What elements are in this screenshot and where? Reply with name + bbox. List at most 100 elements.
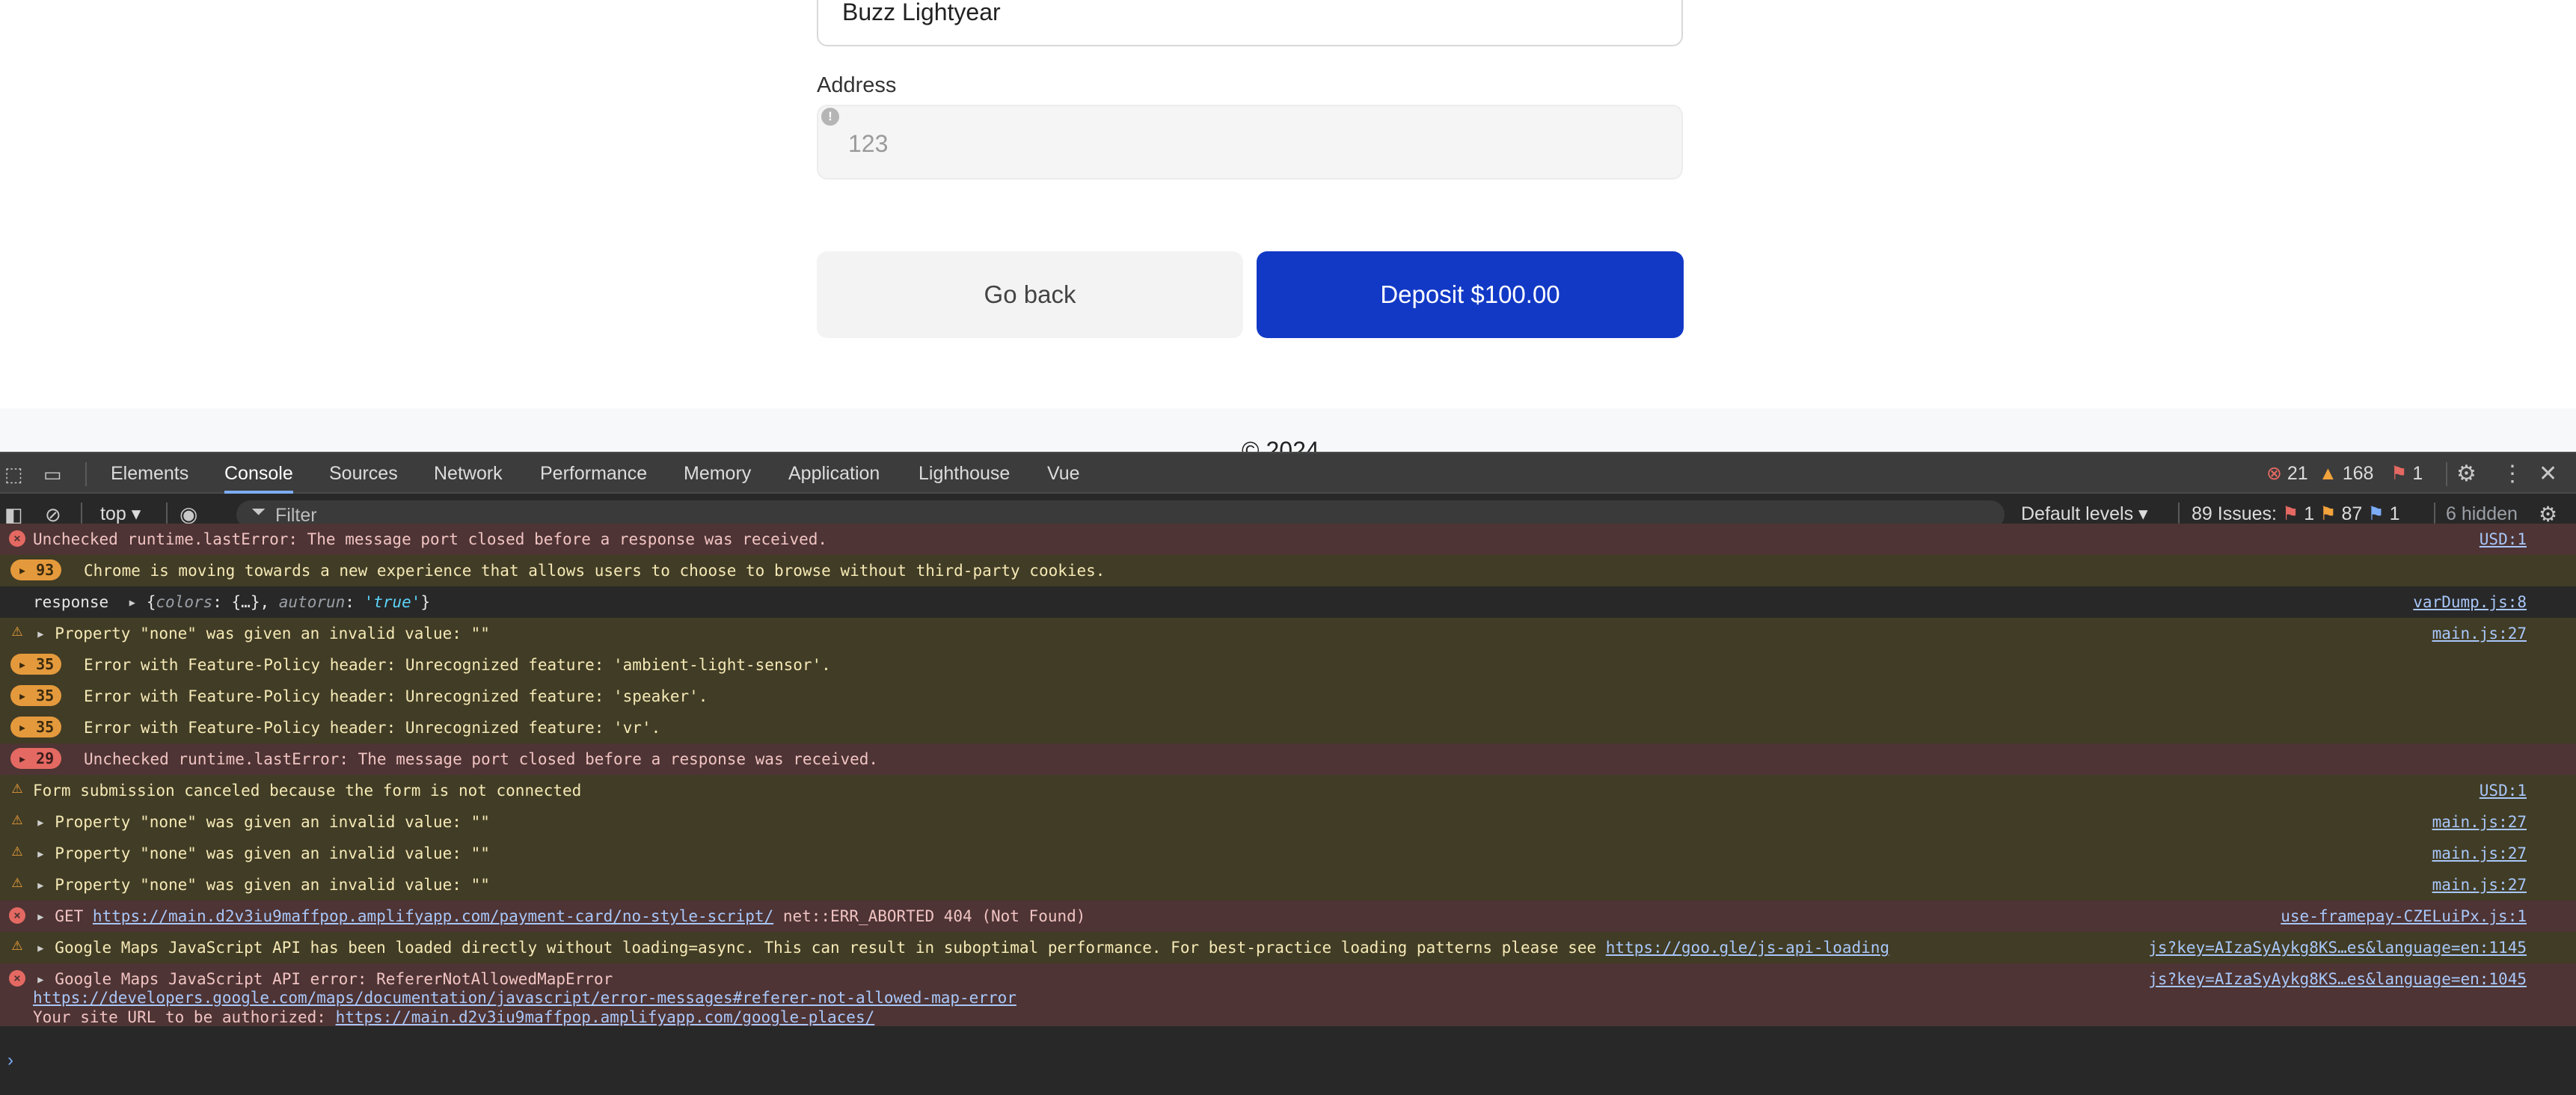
console-message-warning[interactable]: ▸ 93 Chrome is moving towards a new exper…	[0, 555, 2576, 586]
console-message-text: Chrome is moving towards a new experienc…	[84, 562, 1105, 580]
warning-icon: ▲	[2319, 463, 2337, 484]
tab-elements[interactable]: Elements	[111, 453, 188, 494]
address-label: Address	[817, 73, 897, 97]
console-message-warning[interactable]: ⚠ ▸ Property "none" was given an invalid …	[0, 869, 2576, 901]
settings-icon[interactable]: ⚙	[2456, 453, 2477, 495]
source-link[interactable]: main.js:27	[2432, 625, 2527, 642]
error-icon: ×	[9, 530, 25, 547]
message-text: Property "none" was given an invalid val…	[55, 625, 490, 642]
console-message-info[interactable]: response ▸ {colors: {…}, autorun: 'true'…	[0, 586, 2576, 618]
console-message-warning[interactable]: ⚠ ▸ Property "none" was given an invalid …	[0, 838, 2576, 869]
source-link[interactable]: main.js:27	[2432, 813, 2527, 831]
warning-count[interactable]: ▲ 168	[2319, 453, 2373, 494]
console-message-text: ▸ Google Maps JavaScript API error: Refe…	[36, 970, 613, 988]
object-key: autorun	[278, 593, 346, 611]
repeat-count-badge: ▸ 35	[10, 654, 62, 675]
message-suffix: net::ERR_ABORTED 404 (Not Found)	[773, 907, 1086, 925]
source-link[interactable]: USD:1	[2480, 782, 2527, 800]
issue-icon: ⚑	[2391, 463, 2408, 484]
error-icon: ×	[9, 907, 25, 924]
console-message-warning[interactable]: ⚠ ▸ Property "none" was given an invalid …	[0, 618, 2576, 649]
console-message-text: response ▸ {colors: {…}, autorun: 'true'…	[33, 593, 430, 611]
source-link[interactable]: varDump.js:8	[2413, 593, 2527, 611]
response-label: response	[33, 593, 128, 611]
expand-caret[interactable]: ▸	[36, 625, 55, 642]
warning-icon: ⚠	[11, 776, 23, 797]
tab-memory[interactable]: Memory	[684, 453, 751, 494]
expand-caret[interactable]: ▸	[36, 876, 55, 894]
devtools-tabbar: ⬚ ▭ Elements Console Sources Network Per…	[0, 452, 2576, 494]
message-text: Error with Feature-Policy header: Unreco…	[84, 687, 708, 705]
message-text: Unchecked runtime.lastError: The message…	[33, 530, 828, 548]
console-message-warning[interactable]: ⚠ ▸ Google Maps JavaScript API has been l…	[0, 932, 2576, 963]
expand-caret[interactable]: ▸	[36, 970, 55, 988]
console-message-warning[interactable]: ▸ 35 Error with Feature-Policy header: Un…	[0, 712, 2576, 743]
more-icon[interactable]: ⋮	[2501, 453, 2524, 495]
console-message-text: Unchecked runtime.lastError: The message…	[84, 750, 878, 768]
object-key: colors	[156, 593, 213, 611]
issue-count[interactable]: ⚑ 1	[2391, 453, 2423, 494]
tab-lighthouse[interactable]: Lighthouse	[919, 453, 1010, 494]
filter-icon: ⏷	[251, 502, 266, 522]
console-message-warning[interactable]: ▸ 35 Error with Feature-Policy header: Un…	[0, 649, 2576, 681]
footer-copyright: © 2024	[1242, 437, 1319, 452]
tab-application[interactable]: Application	[788, 453, 880, 494]
console-message-text: Error with Feature-Policy header: Unreco…	[84, 719, 660, 737]
message-text: Form submission canceled because the for…	[33, 782, 582, 800]
console-message-warning[interactable]: ▸ 35 Error with Feature-Policy header: Un…	[0, 681, 2576, 712]
console-message-warning[interactable]: ⚠ ▸ Property "none" was given an invalid …	[0, 806, 2576, 838]
warning-icon: ⚠	[11, 839, 23, 860]
tab-vue[interactable]: Vue	[1047, 453, 1080, 494]
inspect-icon[interactable]: ⬚	[4, 453, 23, 495]
deposit-button[interactable]: Deposit $100.00	[1257, 251, 1684, 338]
web-page: Buzz Lightyear Address ! 123 Go back Dep…	[0, 0, 2576, 452]
tab-console[interactable]: Console	[224, 453, 293, 494]
message-text: Property "none" was given an invalid val…	[55, 844, 490, 862]
expand-caret[interactable]: ▸	[36, 813, 55, 831]
tab-sources[interactable]: Sources	[329, 453, 398, 494]
source-link[interactable]: USD:1	[2480, 530, 2527, 548]
address-field[interactable]: ! 123	[817, 105, 1683, 180]
close-icon[interactable]: ✕	[2539, 453, 2557, 495]
source-link[interactable]: use-framepay-CZELuiPx.js:1	[2281, 907, 2527, 925]
page-footer: © 2024	[0, 408, 2576, 452]
message-text: Your site URL to be authorized: https://…	[33, 1008, 874, 1026]
expand-caret[interactable]: ▸	[36, 907, 55, 925]
console-message-text: Error with Feature-Policy header: Unreco…	[84, 687, 708, 705]
console-message-warning[interactable]: ⚠ Form submission canceled because the fo…	[0, 775, 2576, 806]
source-link[interactable]: js?key=AIzaSyAykg8KS…es&language=en:1045	[2148, 970, 2527, 988]
error-count[interactable]: ⊗ 21	[2266, 453, 2308, 494]
source-link[interactable]: js?key=AIzaSyAykg8KS…es&language=en:1145	[2148, 939, 2527, 957]
console-message-text: ▸ Property "none" was given an invalid v…	[36, 844, 490, 862]
console-message-text: Error with Feature-Policy header: Unreco…	[84, 656, 831, 674]
message-link[interactable]: https://goo.gle/js-api-loading	[1606, 939, 1889, 957]
console-message-error[interactable]: × ▸ Google Maps JavaScript API error: Ref…	[0, 963, 2576, 1026]
name-field[interactable]: Buzz Lightyear	[817, 0, 1683, 46]
expand-caret[interactable]: ▸	[127, 593, 146, 611]
message-link[interactable]: https://developers.google.com/maps/docum…	[33, 989, 1016, 1007]
console-message-text: ▸ Property "none" was given an invalid v…	[36, 813, 490, 831]
repeat-count-badge: ▸ 29	[10, 748, 62, 769]
message-link[interactable]: https://main.d2v3iu9maffpop.amplifyapp.c…	[336, 1008, 875, 1026]
error-icon: ⊗	[2266, 463, 2282, 484]
console-message-error[interactable]: ▸ 29 Unchecked runtime.lastError: The mes…	[0, 743, 2576, 775]
console-message-error[interactable]: × Unchecked runtime.lastError: The messag…	[0, 524, 2576, 555]
source-link[interactable]: main.js:27	[2432, 876, 2527, 894]
go-back-button[interactable]: Go back	[817, 251, 1243, 338]
info-icon: !	[821, 108, 839, 126]
message-link[interactable]: https://main.d2v3iu9maffpop.amplifyapp.c…	[93, 907, 773, 925]
object-value: : {…},	[212, 593, 279, 611]
message-text: Google Maps JavaScript API error: Refere…	[55, 970, 613, 988]
console-prompt[interactable]: ›	[7, 1050, 13, 1071]
expand-caret[interactable]: ▸	[36, 844, 55, 862]
device-toolbar-icon[interactable]: ▭	[43, 453, 62, 495]
console-message-text: Unchecked runtime.lastError: The message…	[33, 530, 827, 548]
tab-network[interactable]: Network	[434, 453, 503, 494]
console-message-error[interactable]: × ▸ GET https://main.d2v3iu9maffpop.ampli…	[0, 901, 2576, 932]
tab-performance[interactable]: Performance	[540, 453, 647, 494]
source-link[interactable]: main.js:27	[2432, 844, 2527, 862]
message-text: Your site URL to be authorized:	[33, 1008, 336, 1026]
expand-caret[interactable]: ▸	[36, 939, 55, 957]
brace: }	[420, 593, 431, 611]
address-field-value: 123	[848, 130, 889, 157]
